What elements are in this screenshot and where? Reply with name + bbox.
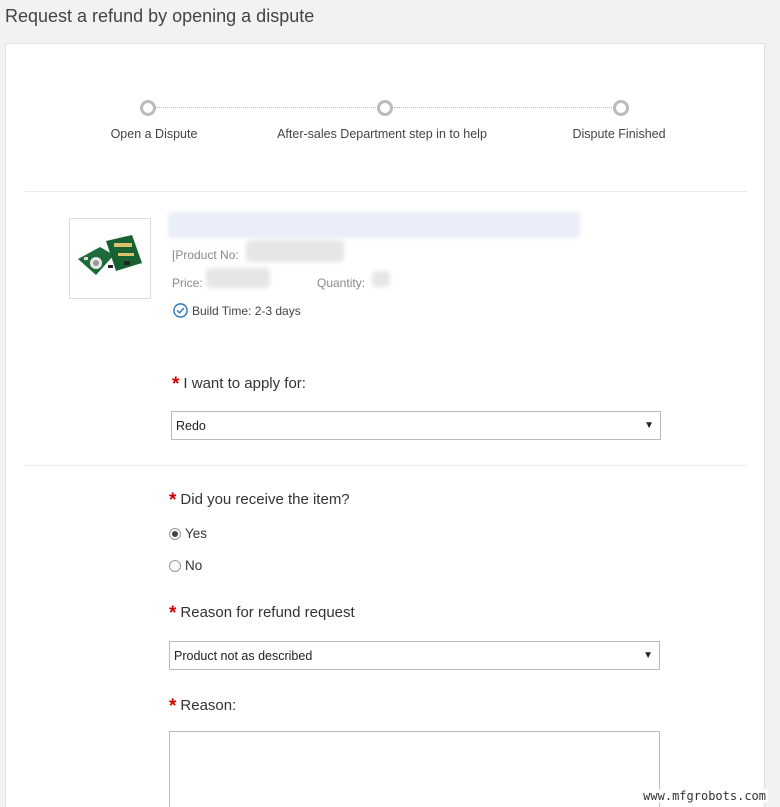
reason-label-text: Reason: — [180, 697, 237, 714]
reason-textarea[interactable] — [169, 731, 660, 807]
redacted-product-title — [168, 212, 580, 238]
required-mark: * — [172, 374, 180, 395]
clock-refresh-icon — [173, 303, 188, 318]
chevron-down-icon: ▼ — [643, 650, 653, 661]
step-dot-finished — [613, 100, 629, 116]
page-title: Request a refund by opening a dispute — [5, 6, 315, 26]
radio-yes[interactable]: Yes — [169, 526, 207, 541]
step-connector — [156, 107, 378, 108]
chevron-down-icon: ▼ — [644, 420, 654, 431]
redacted-product-no — [246, 240, 344, 262]
price-label: Price: — [172, 276, 203, 290]
radio-yes-label: Yes — [185, 526, 208, 541]
radio-no-label: No — [185, 558, 203, 573]
pcb-image — [78, 235, 142, 275]
required-mark: * — [169, 696, 177, 717]
step-dot-open — [140, 100, 156, 116]
dispute-form-card: Open a Dispute After-sales Department st… — [5, 43, 765, 807]
refund-reason-label: * Reason for refund request — [169, 603, 355, 625]
apply-for-label-text: I want to apply for: — [183, 375, 306, 392]
step-label-open: Open a Dispute — [110, 127, 198, 141]
watermark: www.mfgrobots.com — [641, 789, 768, 803]
radio-no-dot[interactable] — [169, 559, 181, 572]
apply-for-value: Redo — [176, 419, 206, 433]
received-label: * Did you receive the item? — [169, 490, 350, 512]
divider — [25, 465, 747, 466]
received-label-text: Did you receive the item? — [180, 491, 350, 508]
refund-reason-select[interactable]: Product not as described ▼ — [169, 641, 660, 670]
step-dot-after-sales — [377, 100, 393, 116]
refund-reason-label-text: Reason for refund request — [180, 604, 355, 621]
product-thumbnail[interactable] — [69, 218, 151, 299]
radio-yes-dot[interactable] — [169, 527, 181, 540]
radio-no[interactable]: No — [169, 558, 202, 573]
progress-steps: Open a Dispute After-sales Department st… — [6, 100, 764, 150]
step-label-finished: Dispute Finished — [572, 127, 666, 141]
quantity-label: Quantity: — [317, 276, 366, 290]
redacted-price — [206, 268, 270, 288]
build-time-text: Build Time: 2-3 days — [192, 303, 301, 318]
divider — [25, 191, 747, 192]
apply-for-select[interactable]: Redo ▼ — [171, 411, 661, 440]
required-mark: * — [169, 490, 177, 511]
redacted-quantity — [372, 271, 390, 287]
step-label-after-sales: After-sales Department step in to help — [277, 127, 487, 141]
product-no-label: [Product No: — [172, 248, 239, 262]
build-time: Build Time: 2-3 days — [172, 302, 301, 319]
required-mark: * — [169, 603, 177, 624]
step-connector — [394, 107, 614, 108]
apply-for-label: * I want to apply for: — [172, 374, 306, 396]
refund-reason-value: Product not as described — [174, 649, 313, 663]
reason-label: * Reason: — [169, 696, 236, 718]
